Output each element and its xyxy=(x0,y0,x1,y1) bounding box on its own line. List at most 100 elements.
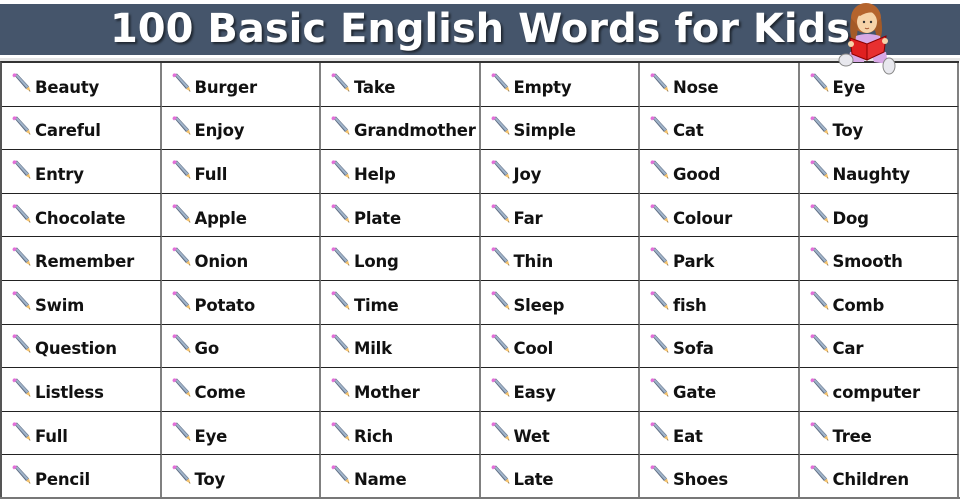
word-label: Nose xyxy=(673,77,719,97)
pencil-icon xyxy=(490,72,511,93)
pencil-icon xyxy=(330,159,351,180)
pencil-icon xyxy=(171,115,192,136)
word-label: Plate xyxy=(354,208,401,228)
pencil-icon xyxy=(171,377,192,398)
word-label: Swim xyxy=(35,295,85,315)
pencil-icon xyxy=(649,464,670,485)
word-cell: Go xyxy=(161,324,321,369)
word-cell: Rich xyxy=(321,411,481,456)
word-cell: Mother xyxy=(321,368,481,412)
word-cell: Full xyxy=(2,411,162,456)
word-cell: Enjoy xyxy=(161,106,321,151)
word-label: Take xyxy=(354,77,396,97)
title-banner: 100 Basic English Words for Kids xyxy=(0,4,960,55)
pencil-icon xyxy=(809,377,830,398)
word-label: Sleep xyxy=(513,295,565,315)
word-cell: Good xyxy=(640,150,800,194)
word-cell: Park xyxy=(640,237,800,281)
pencil-icon xyxy=(809,159,830,180)
word-label: Grandmother xyxy=(354,121,476,141)
word-label: Sofa xyxy=(673,339,714,359)
word-label: Cool xyxy=(513,339,554,359)
word-cell: Easy xyxy=(480,368,640,412)
word-cell: Pencil xyxy=(2,455,162,499)
word-cell: Cool xyxy=(480,324,640,369)
pencil-icon xyxy=(330,333,351,354)
word-label: Gate xyxy=(673,382,716,402)
word-label: Eye xyxy=(194,426,228,446)
word-label: Smooth xyxy=(832,252,903,272)
pencil-icon xyxy=(171,464,192,485)
word-label: Shoes xyxy=(673,470,728,490)
pencil-icon xyxy=(490,290,511,311)
pencil-icon xyxy=(809,421,830,442)
word-label: Dog xyxy=(832,208,869,228)
word-label: Full xyxy=(194,164,228,184)
word-cell: Empty xyxy=(480,63,640,107)
pencil-icon xyxy=(649,72,670,93)
word-label: Milk xyxy=(354,339,392,359)
pencil-icon xyxy=(649,290,670,311)
word-label: Apple xyxy=(194,208,247,228)
pencil-icon xyxy=(490,203,511,224)
pencil-icon xyxy=(171,203,192,224)
word-cell: Question xyxy=(2,324,162,369)
page-title: 100 Basic English Words for Kids xyxy=(0,4,960,55)
word-cell: Grandmother xyxy=(321,106,481,151)
pencil-icon xyxy=(171,421,192,442)
word-label: Long xyxy=(354,252,399,272)
pencil-icon xyxy=(649,115,670,136)
word-label: Joy xyxy=(513,164,542,184)
word-cell: Joy xyxy=(480,150,640,194)
pencil-icon xyxy=(11,159,32,180)
word-cell: Sofa xyxy=(640,324,800,369)
word-label: Thin xyxy=(513,252,554,272)
word-cell: Naughty xyxy=(799,150,959,194)
word-label: Naughty xyxy=(832,164,911,184)
word-label: Rich xyxy=(354,426,394,446)
word-cell: Shoes xyxy=(640,455,800,499)
pencil-icon xyxy=(11,464,32,485)
pencil-icon xyxy=(809,333,830,354)
word-label: Onion xyxy=(194,252,249,272)
word-label: Go xyxy=(194,339,220,359)
word-label: Tree xyxy=(832,426,872,446)
word-label: Time xyxy=(354,295,399,315)
word-label: Mother xyxy=(354,382,420,402)
word-cell: Take xyxy=(321,63,481,107)
pencil-icon xyxy=(649,246,670,267)
pencil-icon xyxy=(490,377,511,398)
pencil-icon xyxy=(649,203,670,224)
word-cell: Thin xyxy=(480,237,640,281)
word-cell: Toy xyxy=(161,455,321,499)
word-label: Remember xyxy=(35,252,135,272)
word-label: Children xyxy=(832,470,910,490)
pencil-icon xyxy=(11,333,32,354)
word-cell: Colour xyxy=(640,193,800,238)
pencil-icon xyxy=(330,115,351,136)
word-cell: fish xyxy=(640,280,800,325)
word-cell: Eat xyxy=(640,411,800,456)
word-cell: Help xyxy=(321,150,481,194)
word-label: Colour xyxy=(673,208,733,228)
word-label: Question xyxy=(35,339,117,359)
word-cell: Apple xyxy=(161,193,321,238)
word-label: Careful xyxy=(35,121,101,141)
word-cell: Simple xyxy=(480,106,640,151)
word-cell: Children xyxy=(799,455,959,499)
word-cell: Chocolate xyxy=(2,193,162,238)
pencil-icon xyxy=(649,421,670,442)
pencil-icon xyxy=(11,115,32,136)
word-label: Far xyxy=(513,208,543,228)
pencil-icon xyxy=(330,464,351,485)
word-cell: Swim xyxy=(2,280,162,325)
word-cell: Onion xyxy=(161,237,321,281)
pencil-icon xyxy=(649,377,670,398)
pencil-icon xyxy=(11,72,32,93)
word-cell: Cat xyxy=(640,106,800,151)
pencil-icon xyxy=(330,246,351,267)
pencil-icon xyxy=(171,333,192,354)
word-cell: Careful xyxy=(2,106,162,151)
grid-bottom-border xyxy=(0,497,960,499)
word-label: Beauty xyxy=(35,77,100,97)
